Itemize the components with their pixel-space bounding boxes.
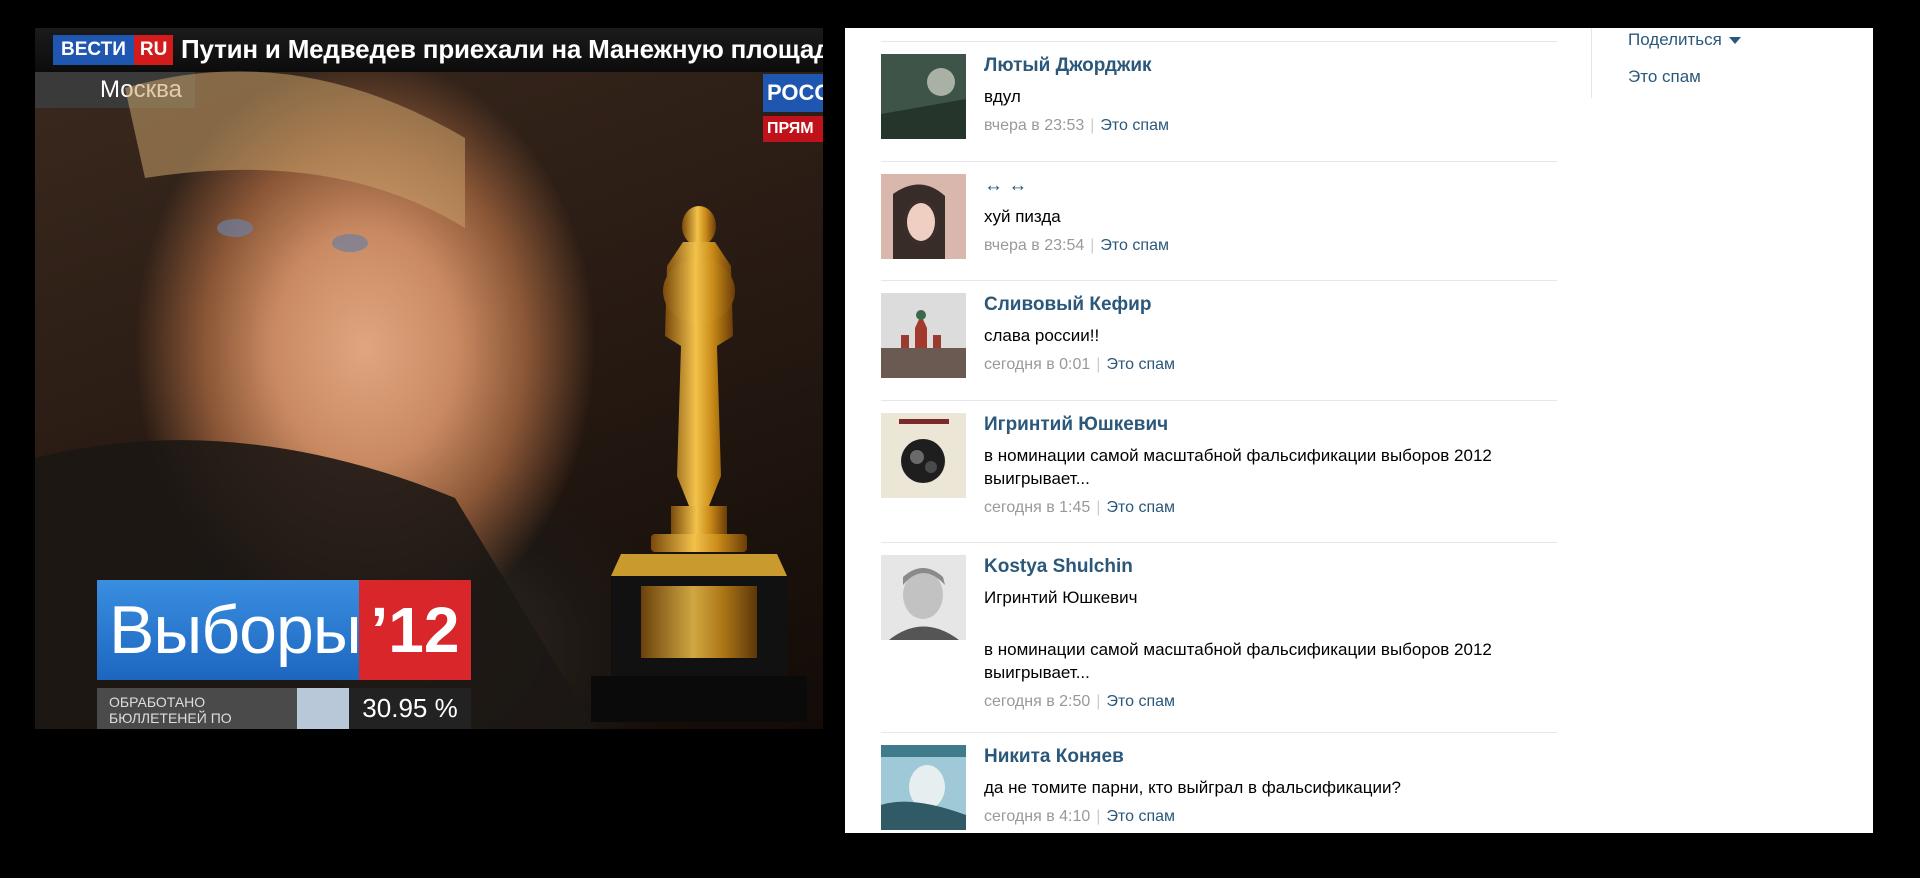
- report-spam-link[interactable]: Это спам: [1106, 356, 1175, 373]
- comment-meta: сегодня в 0:01 | Это спам: [984, 355, 1557, 375]
- comment-item: Сливовый Кефир слава россии!! сегодня в …: [881, 281, 1557, 401]
- comment-date[interactable]: сегодня в 0:01: [984, 356, 1090, 373]
- ballot-counter-value: 30.95 %: [349, 688, 471, 729]
- meta-separator: |: [1096, 693, 1101, 710]
- report-spam-link[interactable]: Это спам: [1100, 117, 1169, 134]
- comment-text: в номинации самой масштабной фальсификац…: [984, 446, 1492, 488]
- election-title: Выборы: [97, 580, 362, 680]
- comment-item: Лютый Джорджик вдул вчера в 23:53 | Это сп…: [881, 42, 1557, 162]
- meta-separator: |: [1096, 499, 1101, 516]
- counter-divider: [297, 688, 349, 729]
- quoted-reply-name: Игринтий Юшкевич: [984, 588, 1138, 607]
- comment-item: ↔ ↔ хуй пизда вчера в 23:54 | Это спам: [881, 162, 1557, 281]
- comment-author-link[interactable]: Сливовый Кефир: [984, 293, 1557, 317]
- chevron-down-icon: [1728, 37, 1741, 45]
- comment-meta: вчера в 23:53 | Это спам: [984, 116, 1557, 136]
- comment-text: вдул: [984, 87, 1021, 106]
- actions-sidebar: Поделиться Это спам: [1591, 28, 1792, 98]
- oscar-statuette-image: [591, 206, 807, 722]
- comment-date[interactable]: сегодня в 2:50: [984, 693, 1090, 710]
- avatar[interactable]: [881, 54, 966, 139]
- share-button[interactable]: Поделиться: [1628, 30, 1741, 50]
- meta-separator: |: [1096, 356, 1101, 373]
- comment-text: да не томите парни, кто выйграл в фальси…: [984, 778, 1401, 797]
- comment-text: хуй пизда: [984, 207, 1061, 226]
- report-spam-link[interactable]: Это спам: [1106, 693, 1175, 710]
- avatar[interactable]: [881, 745, 966, 830]
- avatar[interactable]: [881, 174, 966, 259]
- comment-date[interactable]: вчера в 23:54: [984, 237, 1084, 254]
- comments-panel: Поделиться Это спам Лютый Джорджик вдул …: [845, 28, 1873, 833]
- comment-date[interactable]: вчера в 23:53: [984, 117, 1084, 134]
- comment-meta: сегодня в 1:45 | Это спам: [984, 498, 1557, 518]
- comment-author-link[interactable]: Игринтий Юшкевич: [984, 413, 1557, 437]
- meta-separator: |: [1090, 117, 1095, 134]
- meta-separator: |: [1090, 237, 1095, 254]
- comment-author-link[interactable]: Kostya Shulchin: [984, 555, 1557, 579]
- comment-author-link[interactable]: Лютый Джорджик: [984, 54, 1557, 78]
- comment-text: слава россии!!: [984, 326, 1100, 345]
- comment-item: Kostya Shulchin Игринтий Юшкевич в номин…: [881, 543, 1557, 733]
- comment-meta: сегодня в 4:10 | Это спам: [984, 807, 1557, 827]
- report-spam-link[interactable]: Это спам: [1106, 499, 1175, 516]
- comment-date[interactable]: сегодня в 4:10: [984, 808, 1090, 825]
- comment-author-link[interactable]: ↔ ↔: [984, 174, 1557, 198]
- comment-meta: вчера в 23:54 | Это спам: [984, 236, 1557, 256]
- comment-author-link[interactable]: Никита Коняев: [984, 745, 1557, 769]
- ballot-counter-label: ОБРАБОТАНО БЮЛЛЕТЕНЕЙ ПО ДАННЫМ ЦИК: [97, 688, 297, 729]
- comment-item: Игринтий Юшкевич в номинации самой масшт…: [881, 401, 1557, 543]
- comment-item: Никита Коняев да не томите парни, кто вы…: [881, 733, 1557, 833]
- meme-photo: ВЕСТИ RU Путин и Медведев приехали на Ма…: [35, 28, 823, 729]
- report-spam-link[interactable]: Это спам: [1628, 67, 1701, 87]
- comment-text: в номинации самой масштабной фальсификац…: [984, 640, 1492, 682]
- avatar[interactable]: [881, 413, 966, 498]
- avatar[interactable]: [881, 555, 966, 640]
- meta-separator: |: [1096, 808, 1101, 825]
- comment-meta: сегодня в 2:50 | Это спам: [984, 692, 1557, 712]
- election-year: ’12: [359, 580, 471, 680]
- avatar[interactable]: [881, 293, 966, 378]
- report-spam-link[interactable]: Это спам: [1100, 237, 1169, 254]
- report-spam-link[interactable]: Это спам: [1106, 808, 1175, 825]
- comment-date[interactable]: сегодня в 1:45: [984, 499, 1090, 516]
